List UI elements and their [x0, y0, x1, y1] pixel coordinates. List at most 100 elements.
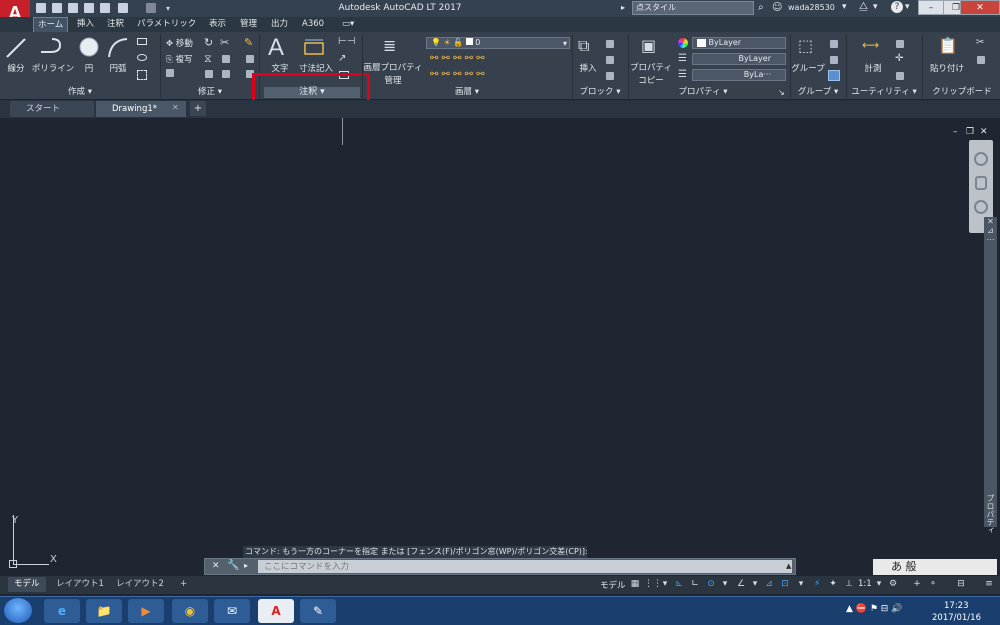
- layer-dropdown[interactable]: 💡 ☀ 🔓 0: [426, 37, 570, 49]
- help-dropdown-icon[interactable]: ▾: [905, 2, 910, 12]
- linetype-dropdown[interactable]: ByLayer: [692, 53, 786, 65]
- clock-time[interactable]: 17:23: [944, 601, 969, 611]
- drawing-canvas[interactable]: [0, 118, 1000, 576]
- zoom-icon[interactable]: [974, 200, 988, 214]
- command-customize-icon[interactable]: 🔧: [227, 560, 239, 571]
- panel-utilities-title[interactable]: ユーティリティ ▾: [848, 87, 920, 98]
- rectangle-icon[interactable]: [137, 38, 147, 45]
- tab-view[interactable]: 表示: [205, 17, 230, 32]
- isodraft-icon[interactable]: ∠: [734, 578, 748, 591]
- viewport-minimize-button[interactable]: –: [953, 127, 958, 137]
- panel-modify-title[interactable]: 修正 ▾: [162, 87, 258, 98]
- lineweight-dropdown[interactable]: ByLa···: [692, 69, 786, 81]
- command-history-arrow-icon[interactable]: ▲: [786, 562, 791, 570]
- trim-icon[interactable]: ✂: [220, 36, 229, 49]
- dynamic-input-icon[interactable]: ⊾: [672, 578, 686, 591]
- autocad-taskbar-icon[interactable]: A: [258, 599, 294, 623]
- quick-calc-icon[interactable]: [896, 40, 904, 48]
- cut-icon[interactable]: ✂: [976, 37, 984, 48]
- file-tab-start[interactable]: スタート: [10, 101, 94, 117]
- group-edit-icon[interactable]: [830, 56, 838, 64]
- layer-tool-icon[interactable]: ⚯ ⚯ ⚯ ⚯ ⚯: [430, 69, 485, 80]
- new-file-icon[interactable]: [36, 3, 46, 13]
- snap-icon[interactable]: ⋮⋮: [644, 578, 662, 591]
- polar-icon[interactable]: ⊙: [704, 578, 718, 591]
- qat-customize-icon[interactable]: ▾: [166, 4, 170, 13]
- group-button-label[interactable]: グループ: [790, 62, 826, 74]
- layout-tab-layout2[interactable]: レイアウト2: [110, 577, 170, 592]
- ellipse-icon[interactable]: [137, 54, 147, 61]
- autodesk-app-icon[interactable]: ⧋: [859, 1, 868, 12]
- annotation-scale-icon[interactable]: ⟂: [842, 578, 856, 591]
- window-close-button[interactable]: ✕: [960, 0, 1000, 15]
- open-file-icon[interactable]: [52, 3, 62, 13]
- scale-icon[interactable]: [205, 70, 213, 78]
- new-tab-button[interactable]: +: [190, 101, 206, 116]
- move-button[interactable]: ✥ 移動: [166, 37, 193, 49]
- id-point-icon[interactable]: [896, 72, 904, 80]
- layout-tab-layout1[interactable]: レイアウト1: [50, 577, 110, 592]
- search-input[interactable]: 点スタイル: [632, 1, 754, 15]
- customization-menu-icon[interactable]: ≡: [982, 578, 996, 591]
- clean-screen-icon[interactable]: ⊟: [954, 578, 968, 591]
- scale-dropdown-icon[interactable]: ▾: [872, 578, 886, 591]
- panel-clipboard-title[interactable]: クリップボード: [924, 87, 1000, 98]
- layer-manage-label[interactable]: 管理: [362, 74, 424, 86]
- internet-explorer-icon[interactable]: e: [44, 599, 80, 623]
- erase-icon[interactable]: ✎: [244, 36, 253, 49]
- window-minimize-button[interactable]: –: [918, 0, 944, 15]
- layer-properties-label[interactable]: 画層プロパティ: [362, 61, 424, 73]
- explode-icon[interactable]: [246, 55, 254, 63]
- object-snap-dropdown-icon[interactable]: ▾: [794, 578, 808, 591]
- file-tab-close-icon[interactable]: ✕: [172, 103, 179, 112]
- layer-tool-icon[interactable]: ⚯ ⚯ ⚯ ⚯ ⚯: [430, 53, 485, 64]
- command-input[interactable]: [258, 560, 792, 573]
- save-as-icon[interactable]: [84, 3, 94, 13]
- viewport-restore-button[interactable]: ❐: [966, 127, 974, 137]
- mirror-icon[interactable]: ⧖: [204, 52, 212, 66]
- pan-icon[interactable]: [975, 176, 987, 190]
- tab-featured-apps[interactable]: ▭▾: [338, 17, 358, 32]
- attribute-icon[interactable]: [606, 72, 614, 80]
- model-space-button[interactable]: モデル: [600, 579, 626, 591]
- file-explorer-icon[interactable]: 📁: [86, 599, 122, 623]
- command-recent-icon[interactable]: ▸: [244, 561, 248, 570]
- ime-toolbar[interactable]: あ 般: [873, 559, 997, 575]
- save-icon[interactable]: [68, 3, 78, 13]
- tab-parametric[interactable]: パラメトリック: [133, 17, 200, 32]
- polyline-button-label[interactable]: ポリライン: [30, 62, 76, 74]
- user-icon[interactable]: ☺: [772, 2, 782, 13]
- panel-layers-title[interactable]: 画層 ▾: [364, 87, 570, 98]
- hatch-icon[interactable]: [137, 70, 147, 80]
- panel-properties-title[interactable]: プロパティ ▾: [630, 87, 776, 98]
- chrome-icon[interactable]: ◉: [172, 599, 208, 623]
- rotate-icon[interactable]: ↻: [204, 36, 213, 49]
- system-tray-icons[interactable]: ▲ ⛔ ⚑ ⊟ 🔊: [846, 604, 902, 614]
- user-name[interactable]: wada28530: [788, 3, 835, 12]
- match-properties-label[interactable]: プロパティ: [628, 61, 674, 73]
- mail-icon[interactable]: ✉: [214, 599, 250, 623]
- redo-icon[interactable]: [146, 3, 156, 13]
- app-store-dropdown-icon[interactable]: ▾: [873, 2, 878, 12]
- insert-button-label[interactable]: 挿入: [574, 62, 602, 74]
- object-snap-tracking-icon[interactable]: ⊿: [762, 578, 776, 591]
- layout-tab-model[interactable]: モデル: [8, 577, 46, 592]
- ortho-icon[interactable]: ∟: [688, 578, 702, 591]
- add-layout-button[interactable]: +: [174, 577, 193, 592]
- undo-icon[interactable]: [118, 3, 128, 13]
- polar-dropdown-icon[interactable]: ▾: [718, 578, 732, 591]
- tab-a360[interactable]: A360: [298, 17, 328, 32]
- edit-block-icon[interactable]: [606, 56, 614, 64]
- tab-manage[interactable]: 管理: [236, 17, 261, 32]
- measure-button-label[interactable]: 計測: [856, 62, 890, 74]
- help-icon[interactable]: ?: [891, 1, 903, 13]
- copy-button[interactable]: ⎘ 複写: [166, 53, 193, 65]
- color-dropdown[interactable]: ByLayer: [692, 37, 786, 49]
- workspace-gear-icon[interactable]: ⚙: [886, 578, 900, 591]
- clock-date[interactable]: 2017/01/16: [932, 613, 981, 623]
- palette-settings-icon[interactable]: ⋯: [984, 235, 997, 244]
- viewport-close-button[interactable]: ✕: [980, 127, 988, 137]
- stretch-button[interactable]: [166, 69, 174, 80]
- isodraft-dropdown-icon[interactable]: ▾: [748, 578, 762, 591]
- palette-close-icon[interactable]: ✕: [984, 217, 997, 226]
